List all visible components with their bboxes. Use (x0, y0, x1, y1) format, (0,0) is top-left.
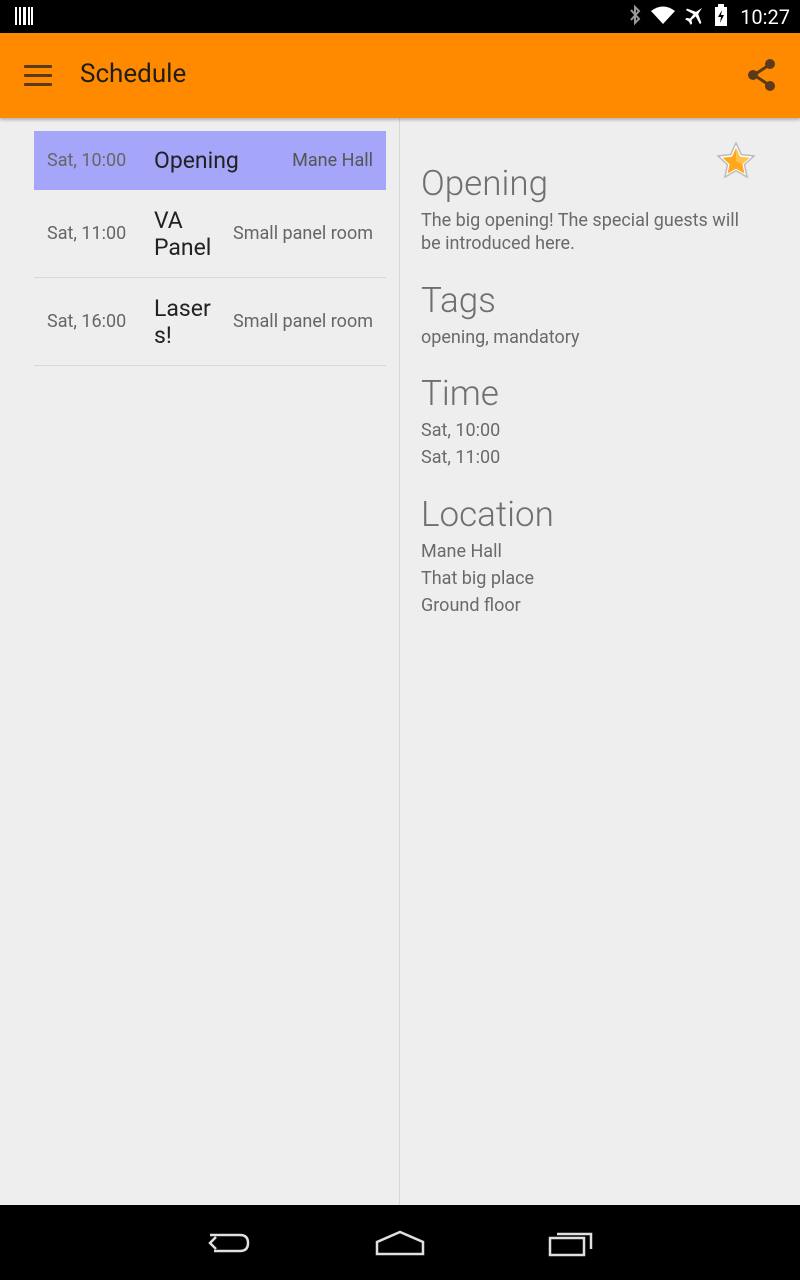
bluetooth-icon (628, 4, 642, 30)
schedule-list: Sat, 10:00 Opening Mane Hall Sat, 11:00 … (0, 118, 399, 1205)
location-name: Mane Hall (421, 541, 502, 562)
battery-icon (714, 4, 728, 30)
schedule-row-opening[interactable]: Sat, 10:00 Opening Mane Hall (34, 131, 386, 190)
action-bar: Schedule (0, 33, 800, 118)
location-floor: Ground floor (421, 595, 521, 616)
time-start: Sat, 10:00 (421, 420, 501, 441)
barcode-notification-icon (14, 6, 34, 30)
clock: 10:27 (740, 5, 790, 29)
share-icon[interactable] (742, 55, 782, 95)
navigation-bar (0, 1205, 800, 1280)
location-description: That big place (421, 568, 535, 589)
event-name: Lasers! (154, 294, 211, 349)
airplane-icon (684, 4, 706, 30)
event-location: Small panel room (233, 223, 373, 244)
time-end: Sat, 11:00 (421, 447, 501, 468)
event-location: Small panel room (233, 311, 373, 332)
pane-divider (399, 118, 400, 1205)
back-icon[interactable] (200, 1223, 260, 1263)
time-heading: Time (421, 373, 499, 414)
main-content: Sat, 10:00 Opening Mane Hall Sat, 11:00 … (0, 118, 800, 1205)
menu-icon[interactable] (18, 57, 58, 97)
schedule-row-lasers[interactable]: Sat, 16:00 Lasers! Small panel room (34, 278, 386, 366)
detail-title: Opening (421, 163, 548, 204)
event-time: Sat, 10:00 (47, 150, 127, 171)
event-name: Opening (154, 147, 239, 174)
schedule-row-va-panel[interactable]: Sat, 11:00 VA Panel Small panel room (34, 190, 386, 278)
event-time: Sat, 11:00 (47, 223, 127, 244)
status-bar: 10:27 (0, 0, 800, 33)
event-name: VA Panel (154, 206, 212, 261)
location-heading: Location (421, 494, 554, 535)
detail-description: The big opening! The special guests will… (421, 210, 739, 254)
home-icon[interactable] (370, 1223, 430, 1263)
page-title: Schedule (80, 59, 187, 89)
event-location: Mane Hall (292, 150, 373, 171)
wifi-icon (650, 5, 676, 29)
recents-icon[interactable] (541, 1223, 601, 1263)
tags-value: opening, mandatory (421, 327, 580, 348)
event-time: Sat, 16:00 (47, 311, 127, 332)
star-icon[interactable] (715, 140, 757, 182)
tags-heading: Tags (421, 280, 496, 321)
